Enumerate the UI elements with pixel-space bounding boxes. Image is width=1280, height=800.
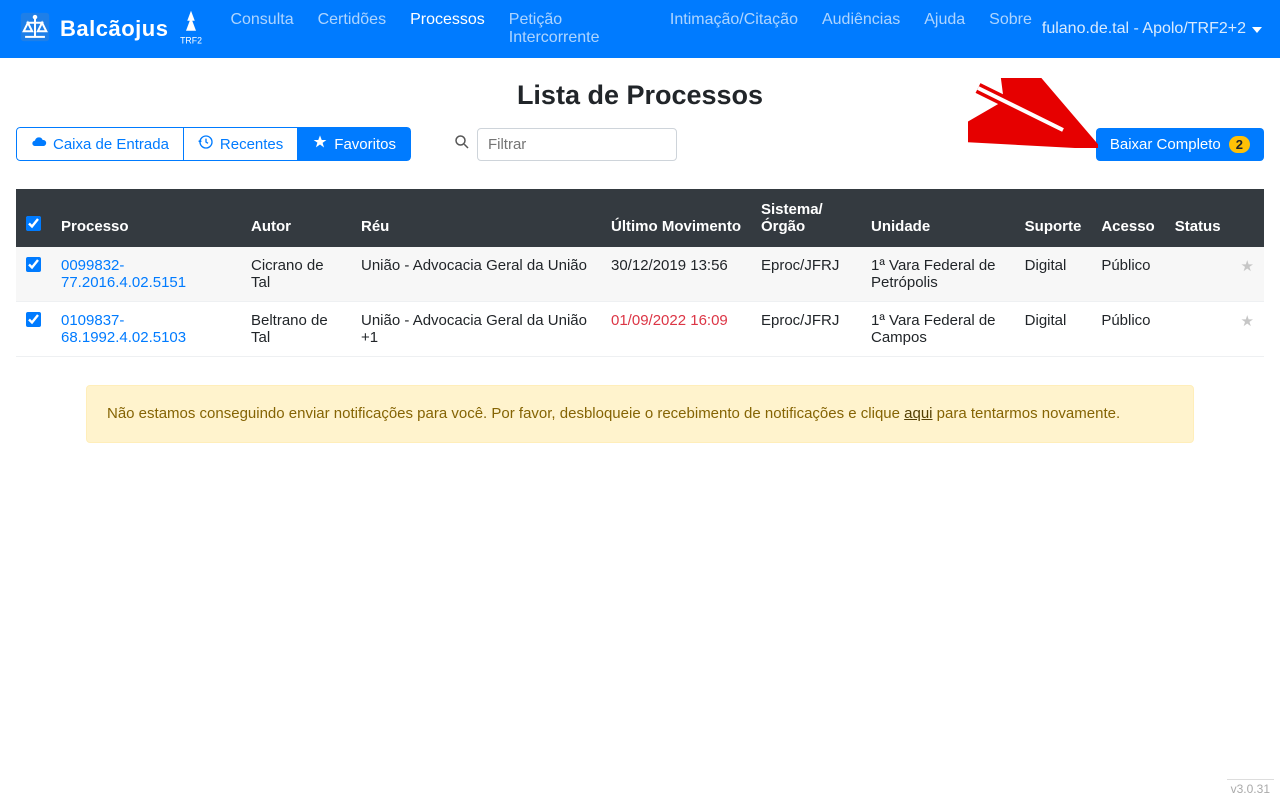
- header-autor[interactable]: Autor: [241, 189, 351, 247]
- cell-suporte: Digital: [1015, 302, 1092, 357]
- toolbar: Caixa de Entrada Recentes Favoritos Baix…: [0, 127, 1280, 161]
- cell-unidade: 1ª Vara Federal de Campos: [861, 302, 1015, 357]
- search-icon: [453, 133, 471, 155]
- cell-status: [1165, 302, 1231, 357]
- tab-inbox-label: Caixa de Entrada: [53, 136, 169, 153]
- header-ultimo[interactable]: Último Movimento: [601, 189, 751, 247]
- favorite-star-icon[interactable]: ★: [1231, 302, 1264, 357]
- download-label: Baixar Completo: [1110, 136, 1221, 153]
- header-status[interactable]: Status: [1165, 189, 1231, 247]
- alert-text-after: para tentarmos novamente.: [933, 405, 1121, 422]
- page-title: Lista de Processos: [0, 80, 1280, 111]
- brand-name: Balcãojus: [60, 16, 168, 42]
- cell-reu: União - Advocacia Geral da União: [351, 247, 601, 302]
- header-acesso[interactable]: Acesso: [1091, 189, 1164, 247]
- trf2-logo-icon: TRF2: [176, 7, 206, 51]
- cell-status: [1165, 247, 1231, 302]
- tab-favorites-label: Favoritos: [334, 136, 396, 153]
- tab-recents[interactable]: Recentes: [184, 127, 298, 161]
- table-row: 0109837-68.1992.4.02.5103 Beltrano de Ta…: [16, 302, 1264, 357]
- download-complete-button[interactable]: Baixar Completo 2: [1096, 128, 1264, 161]
- cell-autor: Cicrano de Tal: [241, 247, 351, 302]
- version-footer: v3.0.31: [1227, 779, 1274, 798]
- nav-item-certidoes[interactable]: Certidões: [308, 3, 396, 55]
- history-icon: [198, 134, 214, 154]
- filter-wrap: [453, 128, 677, 161]
- nav-item-peticao[interactable]: Petição Intercorrente: [499, 3, 656, 55]
- nav-item-processos[interactable]: Processos: [400, 3, 495, 55]
- header-sistema[interactable]: Sistema/ Órgão: [751, 189, 861, 247]
- nav-item-consulta[interactable]: Consulta: [220, 3, 303, 55]
- nav-item-ajuda[interactable]: Ajuda: [914, 3, 975, 55]
- tab-inbox[interactable]: Caixa de Entrada: [16, 127, 184, 161]
- row-checkbox[interactable]: [26, 257, 41, 272]
- user-dropdown[interactable]: fulano.de.tal - Apolo/TRF2+2: [1042, 20, 1262, 38]
- process-table-wrap: Processo Autor Réu Último Movimento Sist…: [0, 189, 1280, 357]
- row-checkbox[interactable]: [26, 312, 41, 327]
- cell-reu: União - Advocacia Geral da União +1: [351, 302, 601, 357]
- cell-ultimo: 30/12/2019 13:56: [601, 247, 751, 302]
- header-checkbox-cell: [16, 189, 51, 247]
- cell-acesso: Público: [1091, 302, 1164, 357]
- cell-sistema: Eproc/JFRJ: [751, 247, 861, 302]
- user-label: fulano.de.tal - Apolo/TRF2+2: [1042, 20, 1246, 38]
- tab-recents-label: Recentes: [220, 136, 283, 153]
- header-reu[interactable]: Réu: [351, 189, 601, 247]
- tab-favorites[interactable]: Favoritos: [298, 127, 411, 161]
- cell-autor: Beltrano de Tal: [241, 302, 351, 357]
- header-processo[interactable]: Processo: [51, 189, 241, 247]
- cell-sistema: Eproc/JFRJ: [751, 302, 861, 357]
- alert-text-before: Não estamos conseguindo enviar notificaç…: [107, 405, 904, 422]
- cloud-icon: [31, 134, 47, 154]
- notification-alert: Não estamos conseguindo enviar notificaç…: [86, 385, 1194, 443]
- svg-text:TRF2: TRF2: [181, 35, 203, 45]
- nav-item-sobre[interactable]: Sobre: [979, 3, 1042, 55]
- nav-item-intimacao[interactable]: Intimação/Citação: [660, 3, 808, 55]
- caret-down-icon: [1252, 20, 1262, 38]
- favorite-star-icon[interactable]: ★: [1231, 247, 1264, 302]
- star-icon: [312, 134, 328, 154]
- header-unidade[interactable]: Unidade: [861, 189, 1015, 247]
- header-suporte[interactable]: Suporte: [1015, 189, 1092, 247]
- balance-scale-icon: [18, 10, 52, 48]
- cell-unidade: 1ª Vara Federal de Petrópolis: [861, 247, 1015, 302]
- nav-item-audiencias[interactable]: Audiências: [812, 3, 910, 55]
- filter-input[interactable]: [477, 128, 677, 161]
- cell-suporte: Digital: [1015, 247, 1092, 302]
- cell-acesso: Público: [1091, 247, 1164, 302]
- cell-ultimo: 01/09/2022 16:09: [601, 302, 751, 357]
- process-link[interactable]: 0099832-77.2016.4.02.5151: [61, 257, 186, 291]
- navbar: Balcãojus TRF2 Consulta Certidões Proces…: [0, 0, 1280, 58]
- table-row: 0099832-77.2016.4.02.5151 Cicrano de Tal…: [16, 247, 1264, 302]
- process-table: Processo Autor Réu Último Movimento Sist…: [16, 189, 1264, 357]
- nav-links: Consulta Certidões Processos Petição Int…: [220, 3, 1041, 55]
- view-tabs: Caixa de Entrada Recentes Favoritos: [16, 127, 411, 161]
- brand[interactable]: Balcãojus TRF2: [18, 7, 206, 51]
- header-star: [1231, 189, 1264, 247]
- alert-link[interactable]: aqui: [904, 405, 932, 422]
- select-all-checkbox[interactable]: [26, 216, 41, 231]
- process-link[interactable]: 0109837-68.1992.4.02.5103: [61, 312, 186, 346]
- download-count-badge: 2: [1229, 136, 1250, 153]
